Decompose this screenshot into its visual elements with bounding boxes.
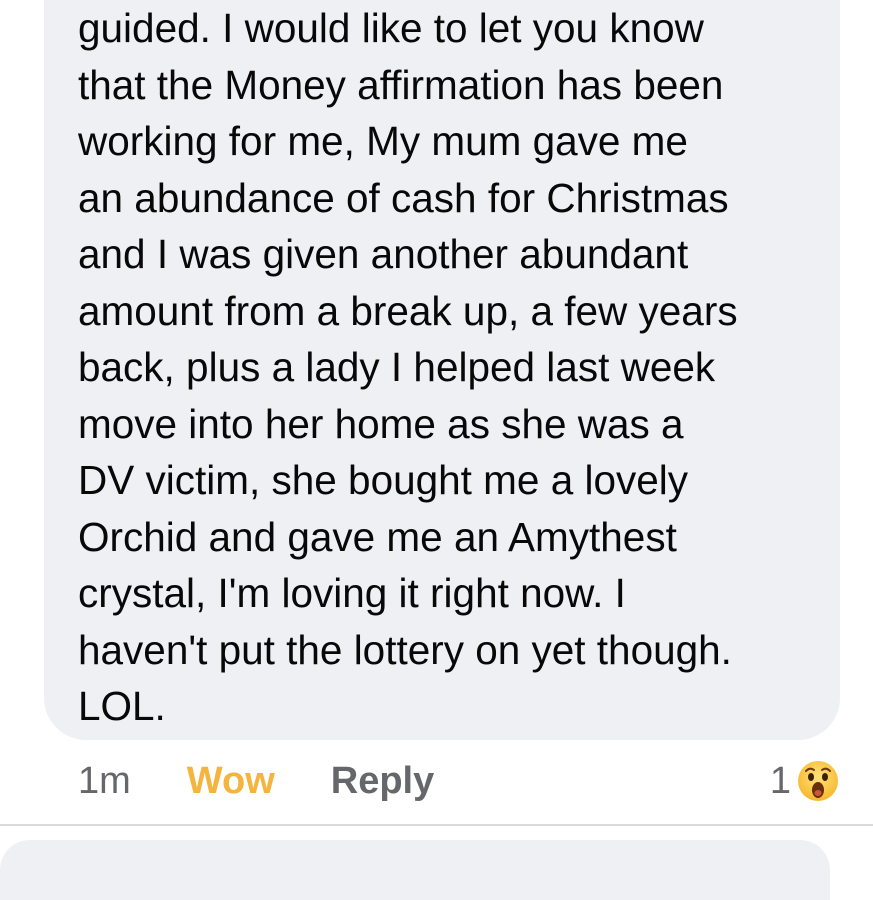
comment-line: haven't put the lottery on yet though. [78,626,732,673]
comment-actions: 1m Wow Reply [78,757,434,805]
reaction-summary[interactable]: 1 [770,757,841,805]
comment-line: Orchid and gave me an Amythest [78,513,677,560]
comment-line: an abundance of cash for Christmas [78,174,729,221]
comment-line: move into her home as she was a [78,400,684,447]
comment-line: DV victim, she bought me a lovely [78,457,689,503]
comment-line: and I was given another abundant [78,231,689,277]
comment-line: amount from a break up, a few years [78,287,738,334]
comment-timestamp[interactable]: 1m [78,760,131,803]
comment-line: guided. I would like to let you know [78,5,704,51]
wow-emoji-icon [796,759,840,803]
comment-line: crystal, I'm loving it right now. I [78,570,626,616]
comment-line: that the Money affirmation has been [78,61,724,108]
reply-button[interactable]: Reply [331,760,434,803]
comment-line: working for me, My mum gave me [78,118,688,164]
next-comment-bubble [0,840,830,900]
comment-text: guided. I would like to let you know tha… [78,0,838,735]
comment-line: LOL. [78,683,166,729]
reaction-count: 1 [769,759,791,802]
comment-line: back, plus a lady I helped last week [78,344,716,390]
comment-divider [0,824,873,826]
wow-reaction-button[interactable]: Wow [187,760,275,803]
